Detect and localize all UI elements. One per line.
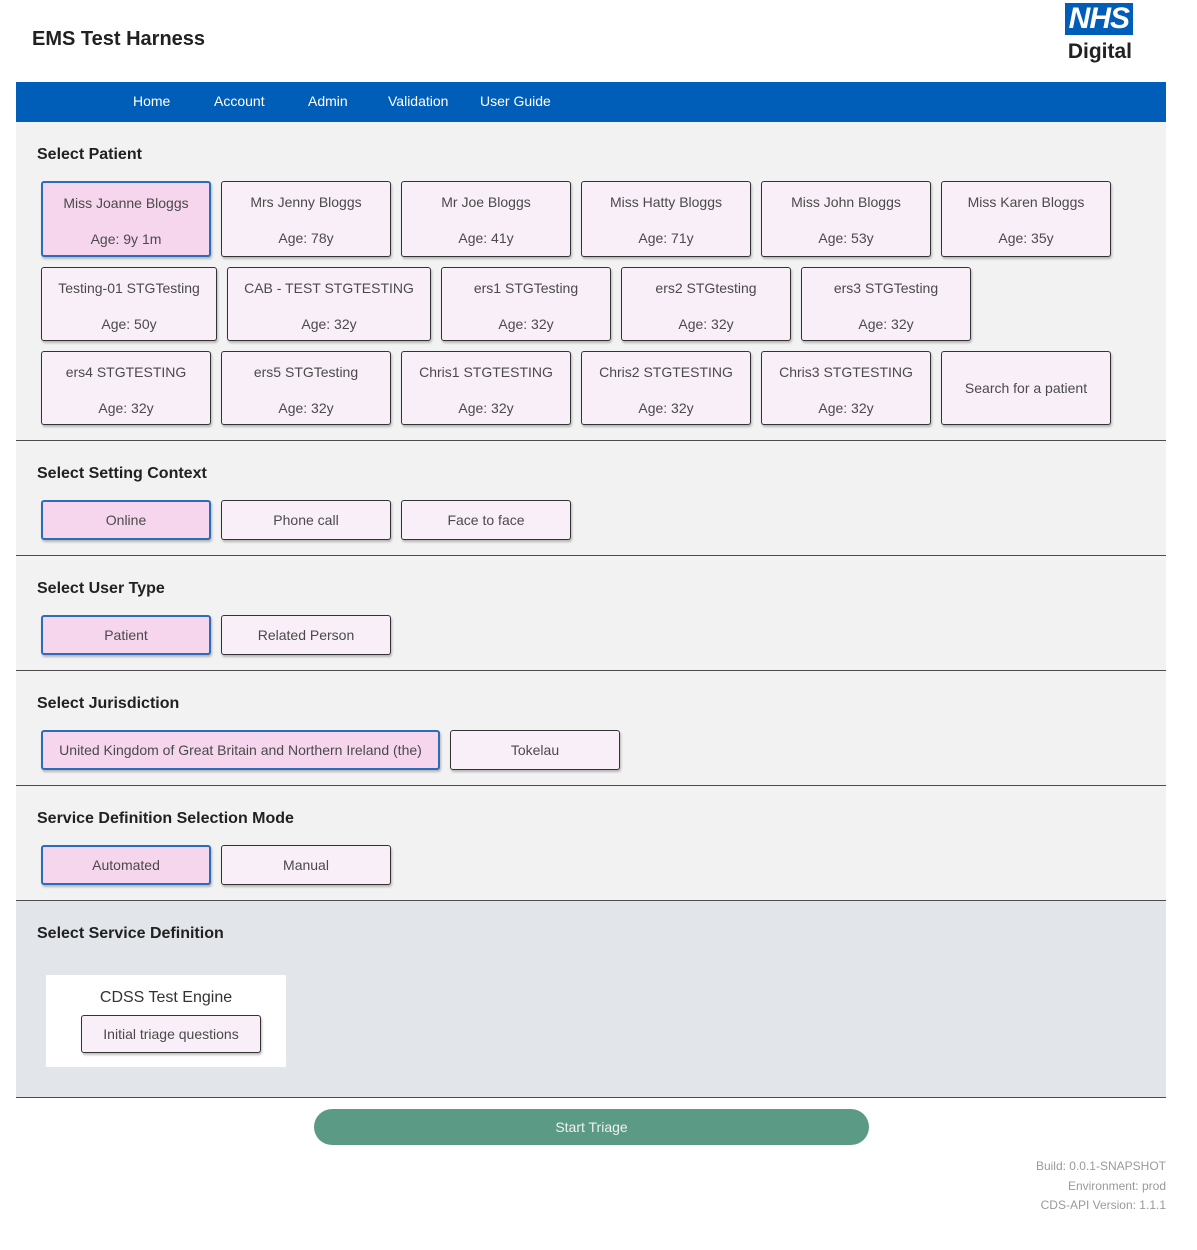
patient-name: ers5 STGTesting [253, 364, 359, 380]
section-title: Select Jurisdiction [37, 695, 180, 712]
nav-home[interactable]: Home [133, 93, 170, 109]
nav-admin[interactable]: Admin [308, 93, 348, 109]
patient-name: Miss Hatty Bloggs [609, 194, 723, 210]
patient-card[interactable]: CAB - TEST STGTESTING Age: 32y [227, 267, 431, 341]
main-navbar: Home Account Admin Validation User Guide [16, 82, 1166, 122]
setting-option-online[interactable]: Online [41, 500, 211, 540]
patient-card[interactable]: Chris3 STGTESTING Age: 32y [761, 351, 931, 425]
patient-name: Miss Karen Bloggs [967, 194, 1085, 210]
environment-label: Environment: prod [1067, 1178, 1166, 1193]
setting-context-section: Select Setting Context Online Phone call… [16, 441, 1166, 556]
patient-age: Age: 78y [278, 230, 334, 246]
app-title: EMS Test Harness [32, 28, 206, 50]
nav-validation[interactable]: Validation [388, 93, 448, 109]
patient-name: CAB - TEST STGTESTING [244, 280, 414, 296]
patient-card[interactable]: Miss Karen Bloggs Age: 35y [941, 181, 1111, 257]
patient-age: Age: 32y [458, 400, 514, 416]
patient-name: Mr Joe Bloggs [441, 194, 531, 210]
sd-mode-section: Service Definition Selection Mode Automa… [16, 786, 1166, 901]
patient-card[interactable]: ers2 STGtesting Age: 32y [621, 267, 791, 341]
user-type-option-patient[interactable]: Patient [41, 615, 211, 655]
sd-mode-option-automated[interactable]: Automated [41, 845, 211, 885]
build-version: Build: 0.0.1-SNAPSHOT [1035, 1159, 1166, 1173]
patient-age: Age: 32y [858, 316, 914, 332]
patient-name: ers4 STGTESTING [65, 364, 187, 380]
patient-age: Age: 32y [98, 400, 154, 416]
patient-name: Chris3 STGTESTING [779, 364, 913, 380]
start-triage-button[interactable]: Start Triage [314, 1109, 869, 1145]
patient-name: ers3 STGTesting [833, 280, 939, 296]
sd-mode-option-manual[interactable]: Manual [221, 845, 391, 885]
patient-name: Testing-01 STGTesting [58, 280, 200, 296]
patient-age: Age: 32y [301, 316, 357, 332]
patient-age: Age: 50y [101, 316, 157, 332]
patient-card[interactable]: Miss John Bloggs Age: 53y [761, 181, 931, 257]
user-type-section: Select User Type Patient Related Person [16, 556, 1166, 671]
api-version: CDS-API Version: 1.1.1 [1040, 1198, 1166, 1212]
nhs-logo-badge: NHS [1064, 3, 1133, 35]
patient-name: Chris1 STGTESTING [419, 364, 553, 380]
service-definition-card: CDSS Test Engine Initial triage question… [46, 975, 286, 1067]
patient-card[interactable]: Mrs Jenny Bloggs Age: 78y [221, 181, 391, 257]
patient-card[interactable]: Miss Joanne Bloggs Age: 9y 1m [41, 181, 211, 257]
patient-card[interactable]: Chris1 STGTESTING Age: 32y [401, 351, 571, 425]
patient-age: Age: 32y [818, 400, 874, 416]
patient-card[interactable]: ers3 STGTesting Age: 32y [801, 267, 971, 341]
patient-age: Age: 9y 1m [90, 231, 162, 247]
section-title: Select Patient [37, 146, 142, 163]
jurisdiction-section: Select Jurisdiction United Kingdom of Gr… [16, 671, 1166, 786]
setting-option-face-to-face[interactable]: Face to face [401, 500, 571, 540]
patient-age: Age: 32y [498, 316, 554, 332]
patient-name: Miss John Bloggs [791, 194, 901, 210]
select-patient-section: Select Patient Miss Joanne Bloggs Age: 9y… [16, 122, 1166, 441]
jurisdiction-option-tokelau[interactable]: Tokelau [450, 730, 620, 770]
patient-age: Age: 53y [818, 230, 874, 246]
patient-name: Chris2 STGTESTING [599, 364, 733, 380]
patient-name: Miss Joanne Bloggs [63, 195, 189, 211]
patient-age: Age: 71y [638, 230, 694, 246]
section-title: Select Setting Context [37, 465, 207, 482]
patient-card[interactable]: ers5 STGTesting Age: 32y [221, 351, 391, 425]
patient-card[interactable]: ers1 STGTesting Age: 32y [441, 267, 611, 341]
user-type-option-related-person[interactable]: Related Person [221, 615, 391, 655]
section-title: Service Definition Selection Mode [37, 810, 294, 827]
nav-user-guide[interactable]: User Guide [480, 93, 551, 109]
section-title: Select Service Definition [37, 925, 224, 942]
patient-card[interactable]: Mr Joe Bloggs Age: 41y [401, 181, 571, 257]
nhs-logo-subtitle: Digital [1067, 40, 1132, 63]
nhs-digital-logo: NHS Digital [1051, 3, 1133, 64]
search-patient-button[interactable]: Search for a patient [941, 351, 1111, 425]
patient-age: Age: 32y [638, 400, 694, 416]
patient-name: Mrs Jenny Bloggs [250, 194, 362, 210]
patient-card[interactable]: Testing-01 STGTesting Age: 50y [41, 267, 217, 341]
patient-age: Age: 32y [278, 400, 334, 416]
patient-age: Age: 35y [998, 230, 1054, 246]
section-title: Select User Type [37, 580, 165, 597]
patient-name: ers1 STGTesting [473, 280, 579, 296]
patient-card[interactable]: Miss Hatty Bloggs Age: 71y [581, 181, 751, 257]
patient-card[interactable]: Chris2 STGTESTING Age: 32y [581, 351, 751, 425]
initial-triage-button[interactable]: Initial triage questions [81, 1015, 261, 1053]
service-definition-section: Select Service Definition CDSS Test Engi… [16, 901, 1166, 1098]
patient-name: ers2 STGtesting [655, 280, 757, 296]
patient-card[interactable]: ers4 STGTESTING Age: 32y [41, 351, 211, 425]
jurisdiction-option-uk[interactable]: United Kingdom of Great Britain and Nort… [41, 730, 440, 770]
service-definition-title: CDSS Test Engine [99, 989, 233, 1006]
patient-age: Age: 32y [678, 316, 734, 332]
nav-account[interactable]: Account [214, 93, 265, 109]
setting-option-phone-call[interactable]: Phone call [221, 500, 391, 540]
build-info-footer: Build: 0.0.1-SNAPSHOT Environment: prod … [1036, 1157, 1166, 1216]
patient-age: Age: 41y [458, 230, 514, 246]
